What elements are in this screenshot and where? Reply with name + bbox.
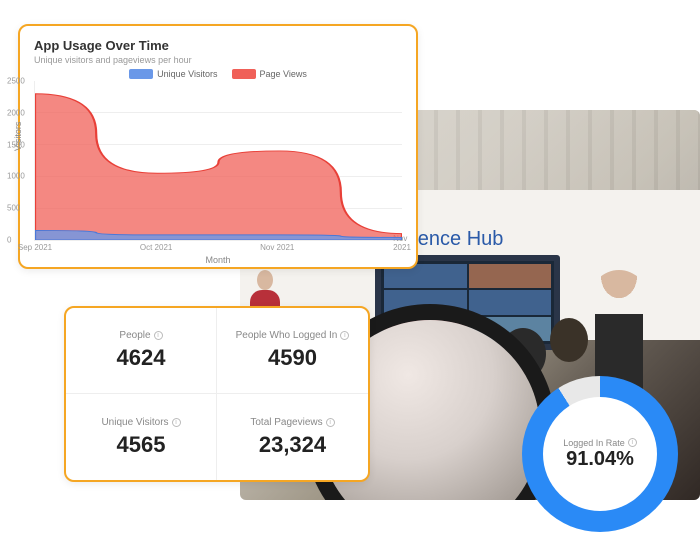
donut-ring: Logged In Rate i 91.04% <box>522 376 678 532</box>
logged-in-rate-donut: Logged In Rate i 91.04% <box>522 376 678 532</box>
legend-page-views[interactable]: Page Views <box>232 69 307 79</box>
xtick: Nov 2021 <box>260 243 294 252</box>
legend-unique-visitors[interactable]: Unique Visitors <box>129 69 217 79</box>
series-page-views <box>35 94 402 240</box>
ytick: 2000 <box>7 108 25 117</box>
chart-svg <box>35 81 402 240</box>
usage-chart-card: App Usage Over Time Unique visitors and … <box>18 24 418 269</box>
donut-label: Logged In Rate i <box>563 438 637 448</box>
chart-subtitle: Unique visitors and pageviews per hour <box>34 55 402 65</box>
stat-label: Total Pageviews i <box>250 417 334 428</box>
stat-value: 23,324 <box>259 432 326 458</box>
stats-card: People i 4624 People Who Logged In i 459… <box>64 306 370 482</box>
legend-label: Unique Visitors <box>157 69 217 79</box>
info-icon[interactable]: i <box>172 418 181 427</box>
ytick: 1000 <box>7 172 25 181</box>
stat-unique-visitors: Unique Visitors i 4565 <box>66 394 217 480</box>
ytick: 500 <box>7 204 20 213</box>
chart-title: App Usage Over Time <box>34 38 402 53</box>
donut-value: 91.04% <box>566 448 634 471</box>
xtick: Oct 2021 <box>140 243 172 252</box>
stat-people: People i 4624 <box>66 308 217 394</box>
info-icon[interactable]: i <box>326 418 335 427</box>
info-icon[interactable]: i <box>628 438 637 447</box>
stat-value: 4624 <box>117 345 166 371</box>
ytick: 1500 <box>7 140 25 149</box>
ytick: 0 <box>7 236 11 245</box>
info-icon[interactable]: i <box>154 331 163 340</box>
stat-logged-in: People Who Logged In i 4590 <box>217 308 368 394</box>
stat-label: Unique Visitors i <box>101 417 180 428</box>
legend-label: Page Views <box>260 69 307 79</box>
swatch-icon <box>232 69 256 79</box>
xtick: Sep 2021 <box>18 243 52 252</box>
chart-xlabel: Month <box>34 255 402 265</box>
chart-plot: Visitors 0 500 1000 1500 2000 2500 Sep 2… <box>34 81 402 241</box>
swatch-icon <box>129 69 153 79</box>
chart-legend: Unique Visitors Page Views <box>34 69 402 79</box>
stat-total-pageviews: Total Pageviews i 23,324 <box>217 394 368 480</box>
info-icon[interactable]: i <box>340 331 349 340</box>
audience-head <box>550 318 588 362</box>
donut-center: Logged In Rate i 91.04% <box>543 397 657 511</box>
stat-label: People i <box>119 330 162 341</box>
stat-value: 4565 <box>117 432 166 458</box>
stat-value: 4590 <box>268 345 317 371</box>
stat-label: People Who Logged In i <box>236 330 350 341</box>
ytick: 2500 <box>7 77 25 86</box>
